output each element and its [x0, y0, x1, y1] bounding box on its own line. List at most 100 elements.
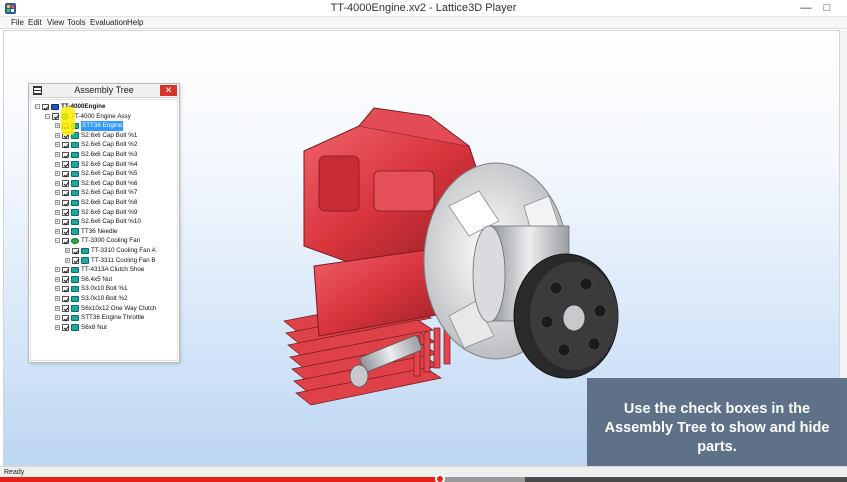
engine-model[interactable]	[264, 96, 624, 426]
tree-row[interactable]: + S2.6x6 Cap Bolt %7	[31, 188, 179, 198]
part-icon	[71, 161, 79, 168]
tree-row[interactable]: + S2.6x6 Cap Bolt %5	[31, 169, 179, 179]
visibility-checkbox[interactable]	[62, 228, 69, 235]
expand-icon[interactable]: +	[65, 248, 70, 254]
visibility-checkbox[interactable]	[62, 218, 69, 226]
menu-help[interactable]: Help	[124, 17, 146, 29]
visibility-checkbox[interactable]	[62, 170, 69, 178]
assembly-tree-body[interactable]: − TT-4000Engine − TT-4000 Engine Assy + STT36…	[30, 99, 178, 361]
tree-row-label: S2.6x6 Cap Bolt %5	[81, 170, 138, 178]
visibility-checkbox[interactable]	[62, 314, 69, 322]
assembly-tree-panel[interactable]: Assembly Tree ✕ − TT-4000Engine − TT-4000 E…	[28, 83, 180, 363]
tree-row[interactable]: + TT-3311 Cooling Fan B	[31, 256, 179, 266]
tree-row[interactable]: + S6x8 Nut	[31, 323, 179, 333]
visibility-checkbox[interactable]	[62, 199, 69, 206]
tree-row[interactable]: + STT36 Engine	[31, 121, 179, 131]
tree-row-label: TT36 Needle	[81, 227, 118, 235]
visibility-checkbox[interactable]	[72, 257, 79, 264]
minimize-button[interactable]: —	[795, 0, 817, 17]
video-progress-bar[interactable]	[0, 474, 847, 482]
tree-row[interactable]: + S2.6x6 Cap Bolt %9	[31, 208, 179, 218]
collapse-icon[interactable]: −	[55, 238, 60, 244]
tree-row[interactable]: + S6x10x12 One Way Clutch	[31, 304, 179, 314]
visibility-checkbox[interactable]	[62, 305, 69, 312]
tree-row-label: TT-3311 Cooling Fan B	[91, 256, 156, 264]
tree-row[interactable]: − TT-4000 Engine Assy	[31, 112, 179, 122]
assembly-tree-header[interactable]: Assembly Tree ✕	[29, 84, 179, 98]
visibility-checkbox[interactable]	[72, 247, 79, 254]
expand-icon[interactable]: +	[55, 142, 60, 148]
visibility-checkbox[interactable]	[62, 324, 69, 331]
tree-row-label: S2.6x6 Cap Bolt %4	[81, 160, 138, 168]
visibility-checkbox[interactable]	[62, 209, 69, 216]
tree-row-label: S2.6x6 Cap Bolt %8	[81, 199, 138, 206]
tree-row[interactable]: + S2.6x6 Cap Bolt %6	[31, 179, 179, 189]
menu-edit[interactable]: Edit	[25, 17, 45, 29]
visibility-checkbox[interactable]	[42, 103, 49, 110]
visibility-checkbox[interactable]	[62, 189, 69, 197]
expand-icon[interactable]: +	[55, 132, 60, 138]
collapse-icon[interactable]: −	[35, 104, 40, 110]
expand-icon[interactable]: +	[55, 296, 60, 302]
expand-icon[interactable]: +	[55, 161, 60, 167]
part-icon	[71, 218, 79, 226]
tree-row[interactable]: + S6.4x5 Nut	[31, 275, 179, 285]
tree-row[interactable]: + S2.6x6 Cap Bolt %1	[31, 131, 179, 141]
tree-row[interactable]: + S2.6x6 Cap Bolt %2	[31, 140, 179, 150]
tree-row[interactable]: + S2.6x6 Cap Bolt %3	[31, 150, 179, 160]
menu-tools[interactable]: Tools	[64, 17, 89, 29]
tree-row[interactable]: + STT36 Engine Throttle	[31, 313, 179, 323]
expand-icon[interactable]: +	[55, 180, 60, 186]
expand-icon[interactable]: +	[55, 286, 60, 292]
expand-icon[interactable]: +	[55, 209, 60, 215]
expand-icon[interactable]: +	[55, 324, 60, 330]
visibility-checkbox[interactable]	[62, 180, 69, 187]
tree-row[interactable]: − TT-4000Engine	[31, 102, 179, 112]
tree-row-label: S2.6x6 Cap Bolt %3	[81, 151, 138, 158]
expand-icon[interactable]: +	[55, 190, 60, 196]
tree-row[interactable]: + TT-3310 Cooling Fan A	[31, 246, 179, 256]
collapse-icon[interactable]: −	[45, 113, 50, 119]
tree-row[interactable]: + TT36 Needle	[31, 227, 179, 237]
tree-row-label: TT-3300 Cooling Fan	[81, 237, 141, 245]
tree-row[interactable]: + S3.0x10 Bolt %2	[31, 294, 179, 304]
expand-icon[interactable]: +	[55, 315, 60, 321]
tree-row[interactable]: + S2.6x6 Cap Bolt %10	[31, 217, 179, 227]
expand-icon[interactable]: +	[65, 257, 70, 263]
expand-icon[interactable]: +	[55, 200, 60, 206]
progress-scrubber-handle[interactable]	[435, 474, 446, 482]
tree-row-label: TT-3310 Cooling Fan A	[91, 247, 156, 254]
visibility-checkbox[interactable]	[62, 151, 69, 158]
tree-row[interactable]: − TT-3300 Cooling Fan	[31, 236, 179, 246]
visibility-checkbox[interactable]	[62, 295, 69, 302]
expand-icon[interactable]: +	[55, 171, 60, 177]
caption-text: Use the check boxes in the Assembly Tree…	[604, 401, 830, 455]
tree-row[interactable]: + S3.0x10 Bolt %1	[31, 284, 179, 294]
part-icon	[71, 189, 79, 197]
tree-row-label: S6x10x12 One Way Clutch	[81, 304, 157, 312]
close-button[interactable]: ✕	[160, 85, 177, 96]
expand-icon[interactable]: +	[55, 267, 60, 273]
maximize-button[interactable]: □	[816, 0, 838, 17]
tree-row[interactable]: + S2.6x6 Cap Bolt %4	[31, 160, 179, 170]
visibility-checkbox[interactable]	[62, 141, 69, 149]
tree-row-label: TT-4313A Clutch Shoe	[81, 266, 145, 274]
part-icon	[71, 170, 79, 178]
tree-row-label: S2.6x6 Cap Bolt %9	[81, 208, 138, 216]
part-icon	[71, 180, 79, 187]
visibility-checkbox[interactable]	[62, 285, 69, 293]
tree-row[interactable]: + TT-4313A Clutch Shoe	[31, 265, 179, 275]
visibility-checkbox[interactable]	[62, 237, 69, 245]
expand-icon[interactable]: +	[55, 152, 60, 158]
tree-row-label: S2.6x6 Cap Bolt %10	[81, 218, 141, 226]
expand-icon[interactable]: +	[55, 228, 60, 234]
visibility-checkbox[interactable]	[52, 113, 59, 120]
visibility-checkbox[interactable]	[62, 161, 69, 168]
expand-icon[interactable]: +	[55, 305, 60, 311]
tree-row[interactable]: + S2.6x6 Cap Bolt %8	[31, 198, 179, 208]
visibility-checkbox[interactable]	[62, 266, 69, 274]
expand-icon[interactable]: +	[55, 219, 60, 225]
expand-icon[interactable]: +	[55, 276, 60, 282]
expand-icon[interactable]: +	[55, 123, 60, 129]
visibility-checkbox[interactable]	[62, 276, 69, 283]
